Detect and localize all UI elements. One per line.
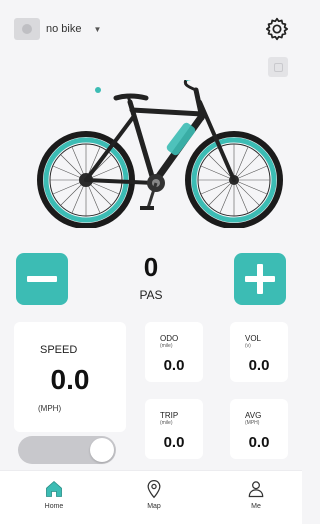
trip-label: TRIP [160,411,179,420]
app-root: no bike ▼ 0 PAS SPEED 0.0 (MPH) ODO (mil… [0,0,302,524]
vol-card: VOL (v) 0.0 [230,322,288,382]
home-icon [46,480,62,497]
odo-card: ODO (mile) 0.0 [145,322,203,382]
nav-map[interactable]: Map [124,479,184,510]
bike-selector[interactable]: no bike ▼ [14,18,101,40]
pas-increase-button[interactable] [234,253,286,305]
nav-home[interactable]: Home [24,479,84,510]
trip-unit: (mile) [160,420,173,426]
bike-name: no bike [46,23,82,35]
speed-label: SPEED [40,344,78,356]
avg-unit: (MPH) [245,420,260,426]
person-icon [248,481,264,498]
avg-card: AVG (MPH) 0.0 [230,399,288,459]
bottom-nav: Home Map Me [0,470,302,524]
nav-me[interactable]: Me [226,479,286,510]
caret-down-icon: ▼ [93,24,102,34]
map-pin-icon [147,480,161,499]
avg-label: AVG [245,411,262,420]
toggle-knob [90,438,114,462]
brake-lever-accent [95,87,101,93]
nav-me-label: Me [251,503,261,510]
trip-card: TRIP (mile) 0.0 [145,399,203,459]
trip-value: 0.0 [163,434,185,451]
nav-map-label: Map [147,503,161,510]
gear-icon[interactable] [264,16,290,42]
vol-value: 0.0 [248,357,270,374]
vol-label: VOL [245,334,262,343]
speed-unit: (MPH) [38,404,62,413]
vol-unit: (v) [245,343,251,349]
battery-placeholder-icon [268,57,288,77]
bike-frame [84,80,236,187]
odo-unit: (mile) [160,343,173,349]
bike-placeholder-icon [14,18,40,40]
odo-value: 0.0 [163,357,185,374]
nav-home-label: Home [44,503,64,510]
light-toggle[interactable] [18,436,116,464]
speed-value: 0.0 [50,364,90,395]
speed-card: SPEED 0.0 (MPH) [14,322,126,432]
bike-illustration [37,80,283,228]
odo-label: ODO [160,334,179,343]
avg-value: 0.0 [248,434,270,451]
